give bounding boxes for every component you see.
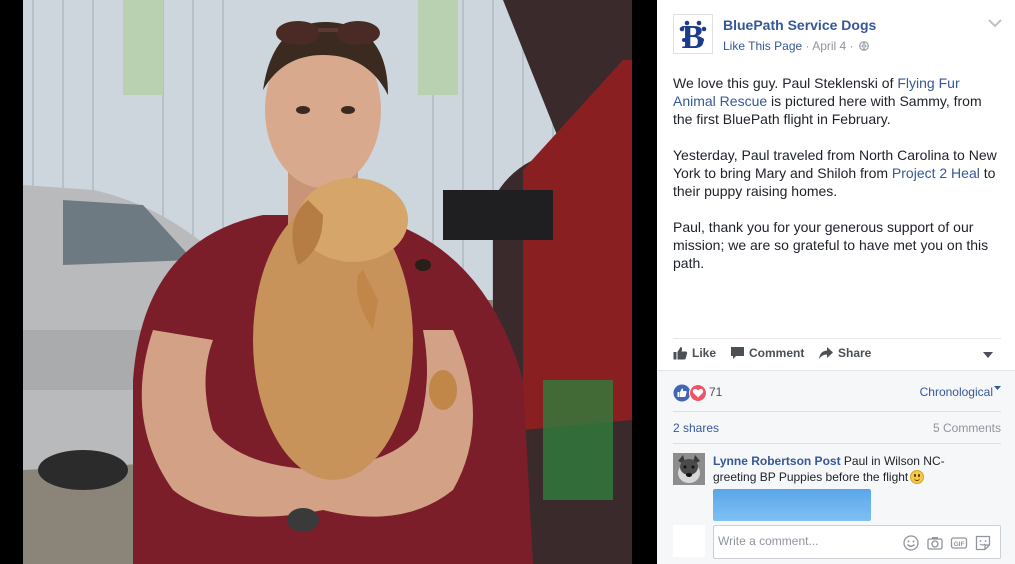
- speech-bubble-icon: [731, 347, 744, 359]
- comment-body: Lynne Robertson Post Paul in Wilson NC- …: [713, 453, 983, 485]
- reactions-summary[interactable]: 71 Chronological: [673, 383, 1001, 403]
- bluepath-logo-icon: B: [679, 19, 707, 56]
- shares-link[interactable]: 2 shares: [673, 421, 719, 435]
- globe-icon: [859, 41, 869, 51]
- sort-label: Chronological: [919, 385, 993, 399]
- comment-author-link[interactable]: Lynne Robertson Post: [713, 454, 841, 468]
- post-date[interactable]: April 4: [812, 39, 846, 53]
- page-avatar[interactable]: B: [673, 14, 713, 56]
- meta-separator: ·: [802, 39, 813, 53]
- divider: [673, 411, 1001, 412]
- comments-count-link[interactable]: 5 Comments: [933, 421, 1001, 435]
- photo-illustration: [23, 0, 632, 564]
- post-paragraph: Yesterday, Paul traveled from North Caro…: [673, 146, 999, 200]
- post-text: We love this guy. Paul Steklenski of Fly…: [673, 74, 999, 290]
- post-header: B BluePath Service Dogs Like This Page ·…: [673, 14, 1003, 58]
- comment-input[interactable]: [718, 534, 898, 548]
- dog-avatar-image: [673, 453, 705, 485]
- smiley-emoji-icon: [910, 470, 925, 484]
- paragraph-text: We love this guy. Paul Steklenski of: [673, 75, 898, 91]
- reaction-count[interactable]: 71: [709, 385, 722, 399]
- post-photo[interactable]: [23, 0, 632, 564]
- share-label: Share: [838, 346, 872, 360]
- comment-input-icons: GIF: [902, 534, 992, 552]
- comment-label: Comment: [749, 346, 805, 360]
- gif-icon[interactable]: GIF: [950, 534, 968, 552]
- thumbs-up-icon: [673, 347, 688, 360]
- chevron-down-icon[interactable]: [987, 16, 1003, 30]
- chevron-down-icon: [994, 386, 1001, 390]
- comment-sort-select[interactable]: Chronological: [920, 385, 1001, 399]
- share-button[interactable]: Share: [818, 346, 871, 360]
- like-button[interactable]: Like: [673, 346, 716, 360]
- reaction-icons: [673, 384, 707, 402]
- page-name-link[interactable]: BluePath Service Dogs: [723, 17, 876, 33]
- project-2-heal-link[interactable]: Project 2 Heal: [892, 165, 980, 181]
- commenter-avatar[interactable]: [673, 453, 705, 485]
- post-paragraph: Paul, thank you for your generous suppor…: [673, 218, 999, 272]
- emoji-icon[interactable]: [902, 534, 920, 552]
- chevron-down-icon[interactable]: [983, 351, 993, 359]
- post-side-panel: B BluePath Service Dogs Like This Page ·…: [657, 0, 1015, 564]
- divider: [673, 443, 1001, 444]
- meta-separator: ·: [846, 39, 857, 53]
- post-meta: Like This Page · April 4 ·: [723, 39, 869, 53]
- viewer-avatar: [673, 525, 705, 557]
- camera-icon[interactable]: [926, 534, 944, 552]
- comment-button[interactable]: Comment: [730, 346, 804, 360]
- comments-section: 71 Chronological 2 shares 5 Comments Lyn…: [657, 370, 1015, 564]
- write-comment-row: GIF: [673, 523, 1003, 561]
- share-arrow-icon: [819, 347, 833, 359]
- love-reaction-icon: [689, 384, 707, 402]
- like-page-link[interactable]: Like This Page: [723, 39, 802, 53]
- post-paragraph: We love this guy. Paul Steklenski of Fly…: [673, 74, 999, 128]
- comment-input-box[interactable]: GIF: [713, 525, 1001, 559]
- photo-viewer: [0, 0, 657, 564]
- sticker-icon[interactable]: [974, 534, 992, 552]
- svg-text:GIF: GIF: [954, 541, 965, 548]
- comment-photo-attachment[interactable]: [713, 489, 871, 521]
- paragraph-text: Paul, thank you for your generous suppor…: [673, 219, 989, 271]
- post-action-bar: Like Comment Share: [673, 338, 1001, 370]
- like-label: Like: [692, 346, 717, 360]
